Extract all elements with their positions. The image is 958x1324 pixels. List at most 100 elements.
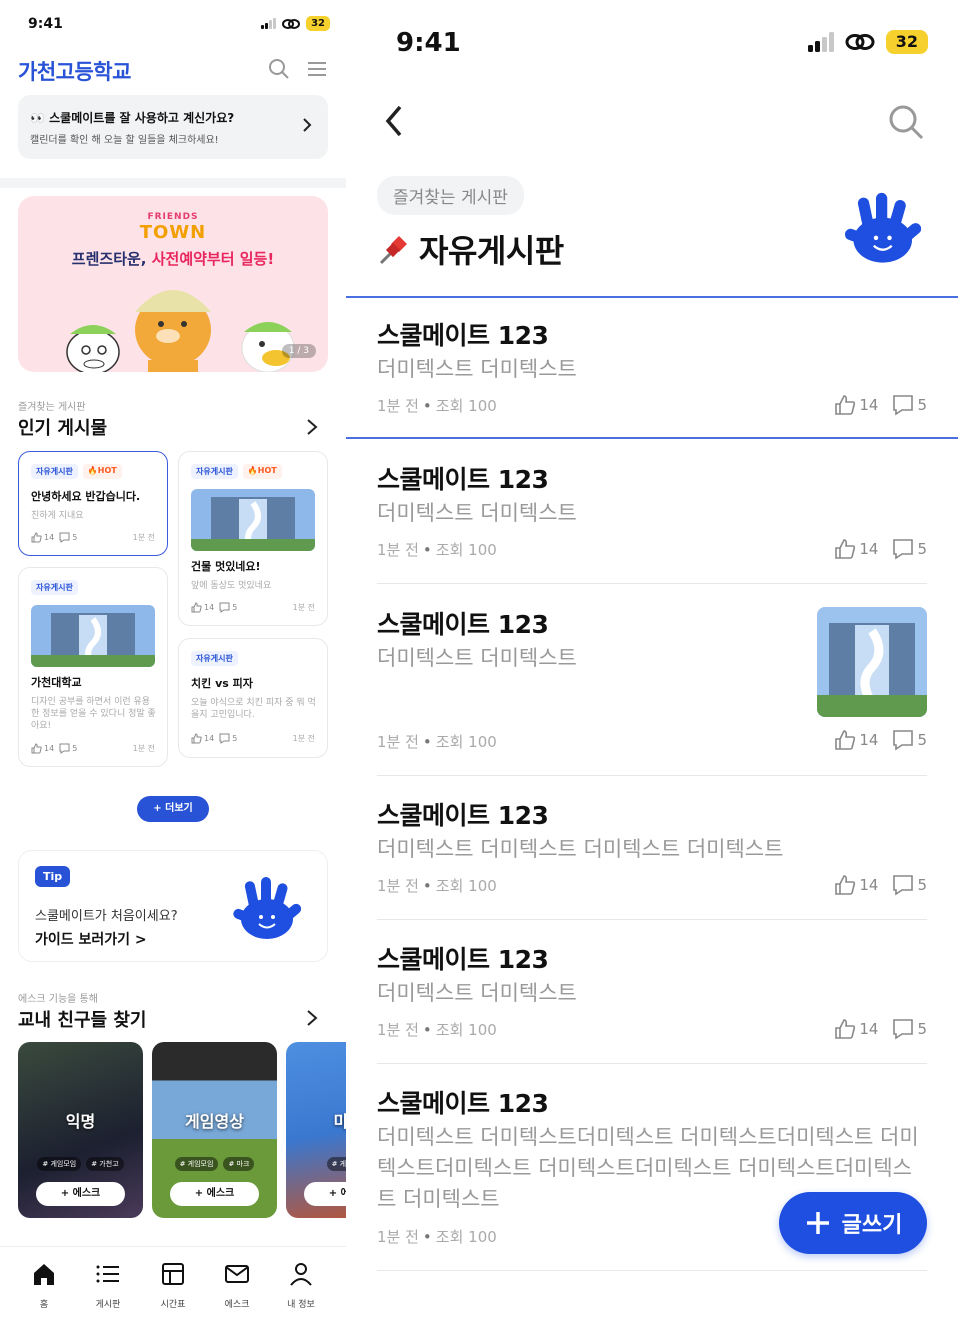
board-screen: 9:41 32 즐겨찾는 게시판 자유게시판 스쿨메이트 123 더미텍스트 더… bbox=[346, 0, 958, 1324]
post-row[interactable]: 스쿨메이트 123 더미텍스트 더미텍스트 1분 전 • 조회 100 14 5 bbox=[377, 460, 927, 570]
like-icon bbox=[191, 602, 202, 613]
card-title: 건물 멋있네요! bbox=[191, 560, 261, 573]
post-body: 더미텍스트 더미텍스트 bbox=[377, 357, 577, 381]
post-meta: 1분 전 • 조회 100 bbox=[377, 733, 497, 751]
banner-logo: FRIENDS TOWN bbox=[139, 212, 207, 243]
tab-ask[interactable]: 에스크 bbox=[205, 1261, 269, 1310]
card-body: 오늘 야식으로 치킨 피자 중 뭐 먹을지 고민입니다. bbox=[191, 698, 316, 720]
comment-count: 5 bbox=[232, 734, 238, 743]
promo-banner[interactable]: FRIENDS TOWN 프렌즈타운, 사전예약부터 일등! 1 / 3 bbox=[18, 196, 328, 372]
like-count: 14 bbox=[44, 744, 55, 753]
battery-indicator: 32 bbox=[885, 30, 928, 54]
post-row[interactable]: 스쿨메이트 123 더미텍스트 더미텍스트 1분 전 • 조회 100 14 5 bbox=[377, 940, 927, 1050]
plus-icon bbox=[806, 1212, 829, 1234]
comment-count: 5 bbox=[917, 876, 927, 894]
popular-card[interactable]: 자유게시판 🔥HOT 건물 멋있네요! 앞에 동상도 멋있네요 14 5 1분 전 bbox=[178, 451, 328, 626]
back-arrow-icon[interactable] bbox=[384, 104, 404, 138]
like-icon bbox=[31, 743, 42, 754]
post-thumbnail bbox=[817, 607, 927, 717]
write-post-button[interactable]: 글쓰기 bbox=[779, 1192, 927, 1254]
calendar-notice[interactable]: 👀 스쿨메이트를 잘 사용하고 계신가요? 캘린더를 확인 해 오늘 할 일들을… bbox=[18, 95, 328, 159]
chevron-right-icon[interactable] bbox=[306, 418, 318, 436]
comment-count: 5 bbox=[72, 744, 78, 753]
post-row[interactable]: 스쿨메이트 123 더미텍스트 더미텍스트 더미텍스트 더미텍스트 1분 전 • 조… bbox=[377, 796, 927, 906]
post-meta: 1분 전 • 조회 100 bbox=[377, 877, 497, 895]
mail-icon bbox=[225, 1265, 249, 1283]
post-title: 스쿨메이트 123 bbox=[377, 945, 549, 974]
more-button[interactable]: + 더보기 bbox=[137, 796, 209, 822]
board-tag: 자유게시판 bbox=[31, 464, 78, 479]
guide-link[interactable]: 가이드 보러가기 > bbox=[35, 929, 147, 949]
card-name: 익명 bbox=[65, 1112, 96, 1131]
notice-title: 스쿨메이트를 잘 사용하고 계신가요? bbox=[49, 111, 235, 125]
like-count: 14 bbox=[859, 396, 879, 414]
search-icon[interactable] bbox=[888, 104, 924, 140]
post-meta: 1분 전 • 조회 100 bbox=[377, 1021, 497, 1039]
comment-count: 5 bbox=[232, 603, 238, 612]
search-icon[interactable] bbox=[268, 58, 290, 80]
banner-text: 프렌즈타운, 사전예약부터 일등! bbox=[71, 250, 275, 268]
card-tag: # 게임모임 bbox=[326, 1157, 346, 1171]
popular-card[interactable]: 자유게시판 🔥HOT 안녕하세요 반갑습니다. 친하게 지내요 14 5 1분 전 bbox=[18, 451, 168, 556]
ask-button[interactable]: + 에스크 bbox=[36, 1182, 125, 1206]
ask-button[interactable]: + 에스크 bbox=[170, 1182, 259, 1206]
comment-icon bbox=[219, 602, 230, 613]
ask-button[interactable]: + 에스크 bbox=[304, 1182, 346, 1206]
favorite-board-chip[interactable]: 즐겨찾는 게시판 bbox=[377, 176, 524, 215]
school-title: 가천고등학교 bbox=[18, 60, 131, 84]
home-screen: 9:41 32 가천고등학교 👀 스쿨메이트를 잘 사용하고 계신가요? 캘린더… bbox=[0, 0, 346, 1324]
tab-home[interactable]: 홈 bbox=[12, 1261, 76, 1310]
card-tag: # 가천고 bbox=[86, 1157, 124, 1171]
comment-icon bbox=[59, 532, 70, 543]
post-title: 스쿨메이트 123 bbox=[377, 321, 549, 350]
post-body: 더미텍스트 더미텍스트 bbox=[377, 981, 577, 1005]
popular-card[interactable]: 자유게시판 가천대학교 디자인 공부를 하면서 이런 유용한 정보를 얻을 수 … bbox=[18, 567, 168, 767]
chevron-right-icon bbox=[303, 118, 312, 132]
card-body: 앞에 동상도 멋있네요 bbox=[191, 581, 272, 591]
menu-icon[interactable] bbox=[306, 60, 328, 78]
card-body: 친하게 지내요 bbox=[31, 511, 84, 521]
like-icon bbox=[835, 875, 856, 895]
post-stats: 14 5 bbox=[834, 538, 927, 560]
tab-profile[interactable]: 내 정보 bbox=[269, 1261, 333, 1310]
tip-line1: 스쿨메이트가 처음이세요? bbox=[35, 909, 178, 924]
tip-card[interactable]: Tip 스쿨메이트가 처음이세요? 가이드 보러가기 > bbox=[18, 850, 328, 962]
friend-card[interactable]: 게임영상 # 게임모임 # 마크 + 에스크 bbox=[152, 1042, 277, 1218]
selection-border-bottom bbox=[346, 437, 958, 439]
comment-icon bbox=[893, 730, 914, 751]
popular-card[interactable]: 자유게시판 치킨 vs 피자 오늘 야식으로 치킨 피자 중 뭐 먹을지 고민입… bbox=[178, 638, 328, 758]
like-count: 14 bbox=[859, 540, 879, 558]
link-icon bbox=[282, 18, 301, 29]
popular-title: 인기 게시물 bbox=[18, 418, 108, 439]
board-tag: 자유게시판 bbox=[31, 580, 78, 595]
friend-card[interactable]: 마리 # 게임모임 + 에스크 bbox=[286, 1042, 346, 1218]
comment-icon bbox=[59, 743, 70, 754]
like-count: 14 bbox=[859, 1020, 879, 1038]
post-row[interactable]: 스쿨메이트 123 더미텍스트 더미텍스트 1분 전 • 조회 100 14 5 bbox=[377, 605, 927, 755]
tab-board[interactable]: 게시판 bbox=[76, 1261, 140, 1310]
like-count: 14 bbox=[859, 876, 879, 894]
tab-timetable[interactable]: 시간표 bbox=[141, 1261, 205, 1310]
popular-subtitle: 즐겨찾는 게시판 bbox=[18, 402, 86, 413]
card-meta: 14 5 1분 전 bbox=[31, 743, 155, 754]
like-icon bbox=[191, 733, 202, 744]
like-icon bbox=[835, 395, 856, 415]
friend-card[interactable]: 익명 # 게임모임 # 가천고 + 에스크 bbox=[18, 1042, 143, 1218]
card-time: 1분 전 bbox=[132, 744, 155, 753]
chevron-right-icon[interactable] bbox=[306, 1009, 318, 1027]
like-icon bbox=[835, 1019, 856, 1039]
like-count: 14 bbox=[204, 603, 215, 612]
comment-count: 5 bbox=[917, 540, 927, 558]
like-icon bbox=[835, 539, 856, 559]
link-icon bbox=[845, 34, 875, 50]
banner-page-indicator: 1 / 3 bbox=[281, 344, 316, 358]
post-meta: 1분 전 • 조회 100 bbox=[377, 541, 497, 559]
characters-illustration bbox=[66, 290, 295, 372]
hot-tag: 🔥HOT bbox=[82, 464, 122, 479]
comment-count: 5 bbox=[917, 731, 927, 749]
post-title: 스쿨메이트 123 bbox=[377, 610, 549, 639]
post-row[interactable]: 스쿨메이트 123 더미텍스트 더미텍스트 1분 전 • 조회 100 14 5 bbox=[377, 316, 927, 426]
board-tag: 자유게시판 bbox=[191, 651, 238, 666]
card-meta: 14 5 1분 전 bbox=[191, 733, 315, 744]
comment-count: 5 bbox=[917, 396, 927, 414]
